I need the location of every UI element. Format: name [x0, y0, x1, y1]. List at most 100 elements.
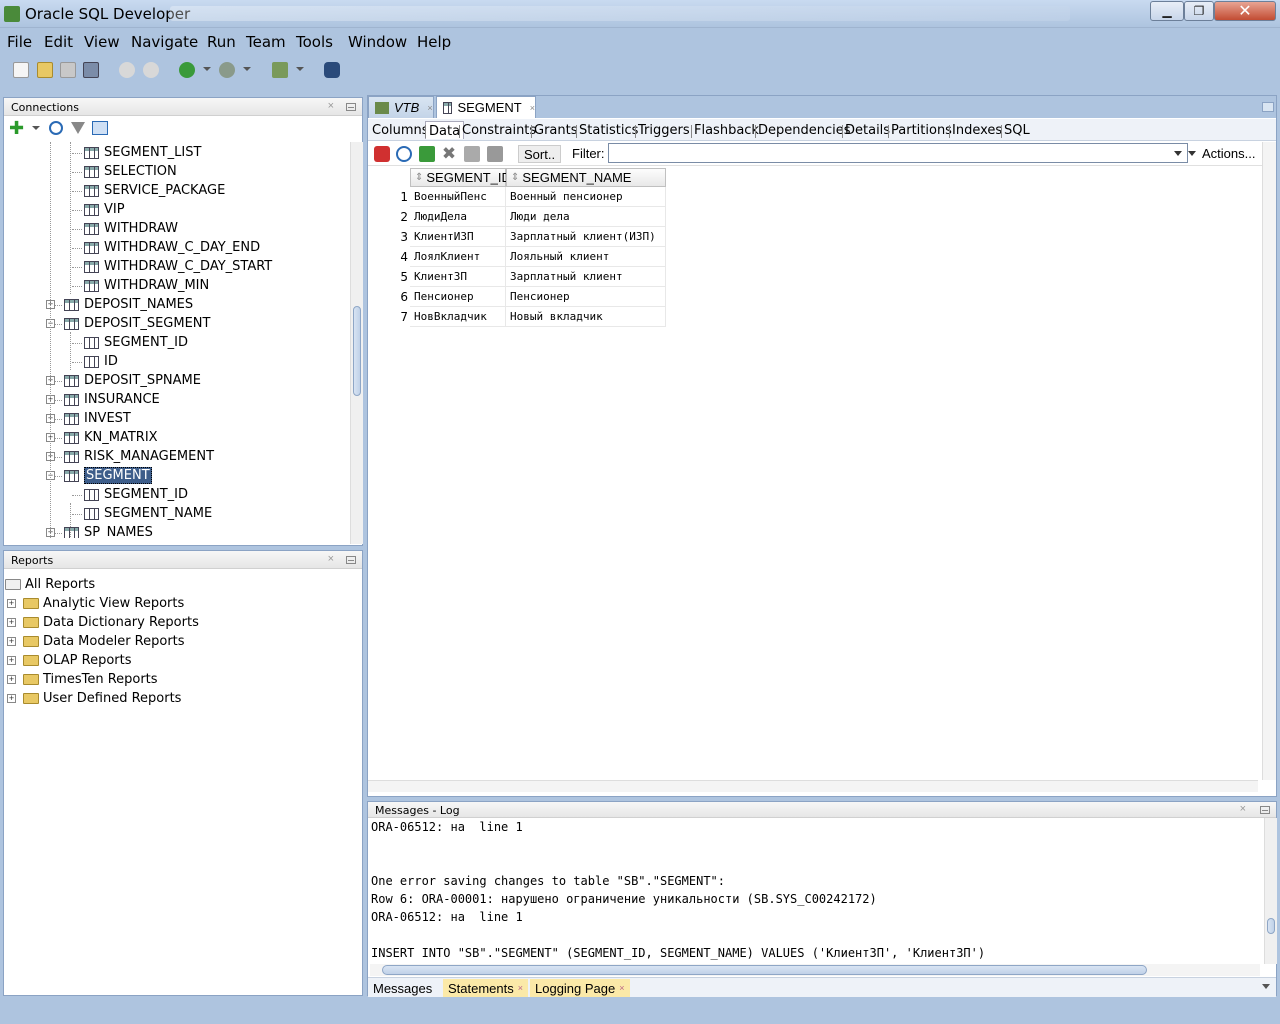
- tab-logging-page-close-icon[interactable]: ×: [619, 983, 624, 993]
- tree-column-node[interactable]: SEGMENT_ID: [84, 485, 188, 504]
- subtab-triggers[interactable]: Triggers: [638, 123, 690, 138]
- add-connection-icon[interactable]: ✚: [9, 119, 24, 137]
- forward-icon[interactable]: [219, 62, 235, 78]
- tree-table-node[interactable]: WITHDRAW_MIN: [84, 276, 209, 295]
- cell-segment-id[interactable]: ЛюдиДела: [410, 207, 506, 227]
- connections-minimize-icon[interactable]: [346, 103, 356, 111]
- expand-icon[interactable]: +: [7, 694, 16, 703]
- cell-segment-name[interactable]: Лояльный клиент: [506, 247, 666, 267]
- forward-dropdown-icon[interactable]: [243, 67, 251, 71]
- subtab-columns[interactable]: Columns: [372, 123, 429, 138]
- cell-segment-name[interactable]: Зарплатный клиент(ИЗП): [506, 227, 666, 247]
- menu-edit[interactable]: Edit: [44, 33, 73, 51]
- tree-column-node[interactable]: SEGMENT_NAME: [84, 504, 212, 523]
- tree-table-node[interactable]: SERVICE_PACKAGE: [84, 181, 225, 200]
- subtab-details[interactable]: Details: [845, 123, 890, 138]
- subtab-sql[interactable]: SQL: [1004, 123, 1030, 138]
- report-folder-node[interactable]: Analytic View Reports: [23, 594, 184, 613]
- add-connection-dropdown-icon[interactable]: [32, 126, 40, 130]
- cell-segment-id[interactable]: КлиентИЗП: [410, 227, 506, 247]
- undo-icon[interactable]: [119, 62, 135, 78]
- log-vertical-scrollbar[interactable]: [1264, 818, 1277, 964]
- insert-row-icon[interactable]: [419, 146, 435, 162]
- tree-table-node[interactable]: SEGMENT: [64, 466, 152, 485]
- subtab-dependencies[interactable]: Dependencies: [758, 123, 851, 138]
- back-dropdown-icon[interactable]: [203, 67, 211, 71]
- column-header-segment-name[interactable]: ⇕ SEGMENT_NAME: [506, 168, 666, 187]
- subtab-statistics[interactable]: Statistics: [579, 123, 638, 138]
- report-folder-node[interactable]: OLAP Reports: [23, 651, 132, 670]
- subtab-indexes[interactable]: Indexes: [952, 123, 1002, 138]
- cell-segment-id[interactable]: Пенсионер: [410, 287, 506, 307]
- tab-segment-close-icon[interactable]: ×: [530, 103, 535, 113]
- actions-button[interactable]: Actions...: [1202, 146, 1255, 161]
- sort-button[interactable]: Sort..: [518, 145, 562, 163]
- cell-segment-id[interactable]: КлиентЗП: [410, 267, 506, 287]
- menu-team[interactable]: Team: [246, 33, 286, 51]
- tree-table-node[interactable]: SELECTION: [84, 162, 177, 181]
- menu-view[interactable]: View: [84, 33, 120, 51]
- tree-column-node[interactable]: SEGMENT_ID: [84, 333, 188, 352]
- cell-segment-id[interactable]: ВоенныйПенс: [410, 187, 506, 207]
- expand-icon[interactable]: +: [7, 599, 16, 608]
- tree-table-node[interactable]: WITHDRAW_C_DAY_END: [84, 238, 260, 257]
- open-icon[interactable]: [37, 62, 53, 78]
- reports-minimize-icon[interactable]: [346, 556, 356, 564]
- connections-scroll-thumb[interactable]: [353, 306, 361, 396]
- messages-log-close-icon[interactable]: ×: [1240, 803, 1246, 815]
- subtab-constraints[interactable]: Constraints: [462, 123, 536, 138]
- rollback-icon[interactable]: [487, 146, 503, 162]
- menu-run[interactable]: Run: [207, 33, 236, 51]
- tab-vtb-close-icon[interactable]: ×: [427, 103, 432, 113]
- cell-segment-name[interactable]: Пенсионер: [506, 287, 666, 307]
- editor-vertical-scrollbar[interactable]: [1262, 142, 1276, 780]
- log-horizontal-scrollbar[interactable]: [370, 964, 1260, 976]
- maximize-button[interactable]: ❐: [1184, 1, 1214, 21]
- log-vscroll-thumb[interactable]: [1267, 918, 1275, 934]
- freeze-view-pin-icon[interactable]: [374, 146, 390, 162]
- tree-table-node[interactable]: DEPOSIT_NAMES: [64, 295, 193, 314]
- tree-table-node[interactable]: DEPOSIT_SPNAME: [64, 371, 201, 390]
- tab-statements-close-icon[interactable]: ×: [518, 983, 523, 993]
- cell-segment-name[interactable]: Новый вкладчик: [506, 307, 666, 327]
- tab-logging-page[interactable]: Logging Page ×: [530, 979, 630, 997]
- actions-dropdown-icon[interactable]: [1188, 151, 1196, 156]
- table-row[interactable]: 7 НовВкладчик Новый вкладчик: [370, 307, 666, 327]
- find-db-object-icon[interactable]: [324, 62, 340, 78]
- menu-tools[interactable]: Tools: [296, 33, 333, 51]
- tab-segment[interactable]: SEGMENT ×: [436, 96, 536, 118]
- tree-column-node[interactable]: ID: [84, 352, 118, 371]
- expand-icon[interactable]: +: [7, 618, 16, 627]
- table-row[interactable]: 2 ЛюдиДела Люди дела: [370, 207, 666, 227]
- tree-table-node[interactable]: KN_MATRIX: [64, 428, 158, 447]
- filter-icon[interactable]: [71, 122, 85, 134]
- log-hscroll-thumb[interactable]: [382, 965, 1147, 975]
- tree-table-node[interactable]: SEGMENT_LIST: [84, 143, 201, 162]
- cell-segment-id[interactable]: НовВкладчик: [410, 307, 506, 327]
- expand-icon[interactable]: +: [7, 656, 16, 665]
- table-row[interactable]: 1 ВоенныйПенс Военный пенсионер: [370, 187, 666, 207]
- table-row[interactable]: 5 КлиентЗП Зарплатный клиент: [370, 267, 666, 287]
- cell-segment-id[interactable]: ЛоялКлиент: [410, 247, 506, 267]
- tree-table-node[interactable]: INVEST: [64, 409, 131, 428]
- tree-table-node[interactable]: DEPOSIT_SEGMENT: [64, 314, 210, 333]
- tree-table-node[interactable]: WITHDRAW_C_DAY_START: [84, 257, 272, 276]
- schema-browser-icon[interactable]: [92, 121, 108, 135]
- cell-segment-name[interactable]: Зарплатный клиент: [506, 267, 666, 287]
- expand-icon[interactable]: +: [7, 637, 16, 646]
- tab-list-dropdown-icon[interactable]: [1262, 102, 1274, 112]
- menu-window[interactable]: Window: [348, 33, 407, 51]
- close-window-button[interactable]: ✕: [1214, 1, 1276, 21]
- menu-file[interactable]: File: [7, 33, 32, 51]
- subtab-grants[interactable]: Grants: [534, 123, 578, 138]
- delete-row-icon[interactable]: ✖: [441, 145, 457, 162]
- save-all-icon[interactable]: [83, 62, 99, 78]
- redo-icon[interactable]: [143, 62, 159, 78]
- messages-log-minimize-icon[interactable]: [1260, 806, 1270, 814]
- tab-statements[interactable]: Statements ×: [443, 979, 529, 997]
- menu-help[interactable]: Help: [417, 33, 451, 51]
- subtab-flashback[interactable]: Flashback: [694, 123, 759, 138]
- editor-horizontal-scrollbar[interactable]: [368, 780, 1258, 792]
- minimize-button[interactable]: ▁: [1150, 1, 1184, 21]
- refresh-data-icon[interactable]: [396, 146, 412, 162]
